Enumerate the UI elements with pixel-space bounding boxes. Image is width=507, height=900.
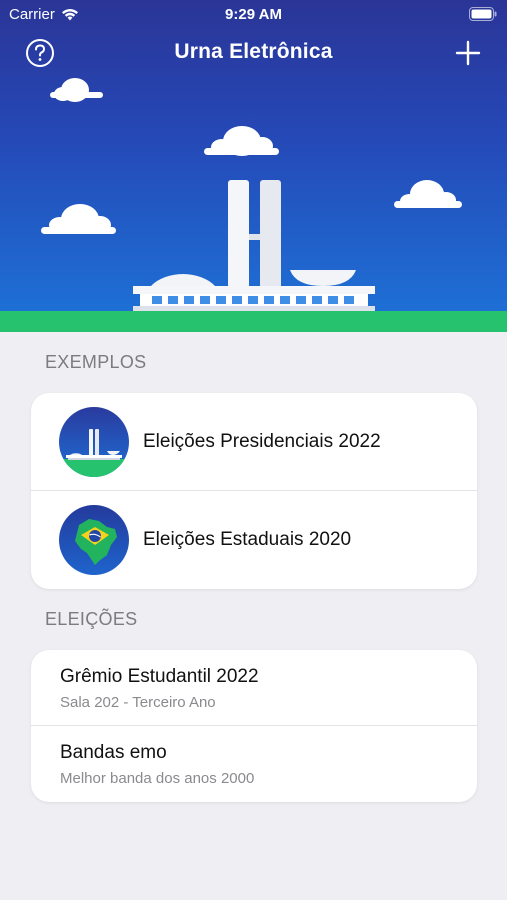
cloud-icon	[204, 126, 279, 156]
page-title: Urna Eletrônica	[174, 40, 333, 63]
navigation-bar: Urna Eletrônica	[0, 36, 507, 72]
example-label: Eleições Estaduais 2020	[143, 529, 352, 550]
plus-icon[interactable]	[454, 39, 482, 67]
list-item-state-example[interactable]: Eleições Estaduais 2020	[31, 491, 477, 589]
election-subtitle: Sala 202 - Terceiro Ano	[60, 694, 216, 711]
election-title: Grêmio Estudantil 2022	[60, 666, 259, 687]
header-banner: Carrier 9:29 AM Urna Eletrônica	[0, 0, 507, 332]
battery-icon	[469, 7, 497, 21]
cloud-icon	[394, 180, 462, 208]
examples-card: Eleições Presidenciais 2022 Eleições Est…	[31, 393, 477, 589]
list-item-election[interactable]: Grêmio Estudantil 2022 Sala 202 - Tercei…	[31, 650, 477, 726]
example-label: Eleições Presidenciais 2022	[143, 431, 381, 452]
examples-section-header: EXEMPLOS	[45, 352, 147, 372]
status-bar: Carrier 9:29 AM	[0, 0, 507, 28]
election-title: Bandas emo	[60, 742, 167, 763]
elections-section-header: ELEIÇÕES	[45, 609, 138, 629]
clock: 9:29 AM	[225, 6, 282, 23]
congress-illustration	[41, 78, 462, 311]
brazil-map-icon	[59, 505, 129, 575]
cloud-icon	[41, 204, 116, 234]
list-item-election[interactable]: Bandas emo Melhor banda dos anos 2000	[31, 726, 477, 802]
cloud-icon	[50, 78, 103, 102]
elections-card: Grêmio Estudantil 2022 Sala 202 - Tercei…	[31, 650, 477, 802]
grass-strip	[0, 311, 507, 332]
election-subtitle: Melhor banda dos anos 2000	[60, 770, 255, 787]
congress-icon	[59, 407, 129, 477]
list-item-presidential-example[interactable]: Eleições Presidenciais 2022	[31, 393, 477, 491]
